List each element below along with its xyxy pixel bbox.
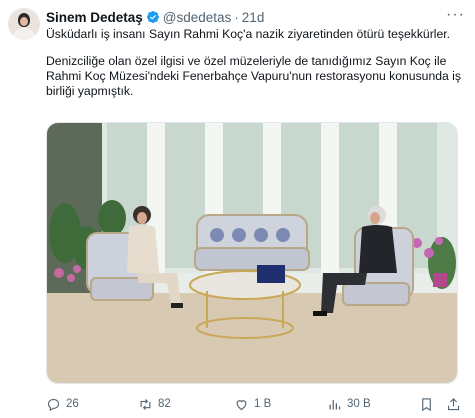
views-icon (329, 399, 341, 409)
tweet: Sinem Dedetaş @sdedetas · 21d ··· Üsküda… (0, 0, 475, 418)
bookmark-button[interactable] (419, 397, 434, 412)
more-options-icon[interactable]: ··· (446, 6, 465, 24)
like-count: 1 B (254, 398, 272, 410)
tweet-actions: 26 82 1 B 30 B (46, 395, 465, 413)
verified-badge-icon (146, 11, 159, 23)
share-icon (447, 397, 460, 410)
tweet-paragraph-1: Üsküdarlı iş insanı Sayın Rahmi Koç'a na… (46, 27, 451, 41)
bookmark-icon (422, 397, 431, 411)
views-button[interactable]: 30 B (327, 397, 371, 412)
share-button[interactable] (446, 397, 461, 412)
tweet-paragraph-2: Denizciliğe olan özel ilgisi ve özel müz… (46, 54, 461, 98)
repost-count: 82 (158, 398, 171, 410)
repost-icon (140, 398, 151, 410)
like-button[interactable]: 1 B (234, 397, 271, 412)
tweet-content: Sinem Dedetaş @sdedetas · 21d ··· Üsküda… (46, 6, 465, 99)
photo-scene (47, 123, 457, 383)
timestamp[interactable]: 21d (242, 10, 265, 25)
tweet-photo[interactable] (46, 122, 458, 384)
avatar[interactable] (8, 8, 40, 40)
author-handle[interactable]: @sdedetas (163, 10, 232, 25)
heart-icon (236, 399, 247, 410)
separator-dot: · (234, 9, 239, 25)
reply-icon (47, 398, 60, 411)
tweet-text: Üsküdarlı iş insanı Sayın Rahmi Koç'a na… (46, 27, 465, 99)
views-count: 30 B (347, 398, 371, 410)
tweet-header: Sinem Dedetaş @sdedetas · 21d ··· (46, 6, 465, 26)
reply-count: 26 (66, 398, 79, 410)
reply-button[interactable]: 26 (46, 397, 79, 412)
author-name[interactable]: Sinem Dedetaş (46, 10, 143, 25)
repost-button[interactable]: 82 (138, 397, 171, 412)
